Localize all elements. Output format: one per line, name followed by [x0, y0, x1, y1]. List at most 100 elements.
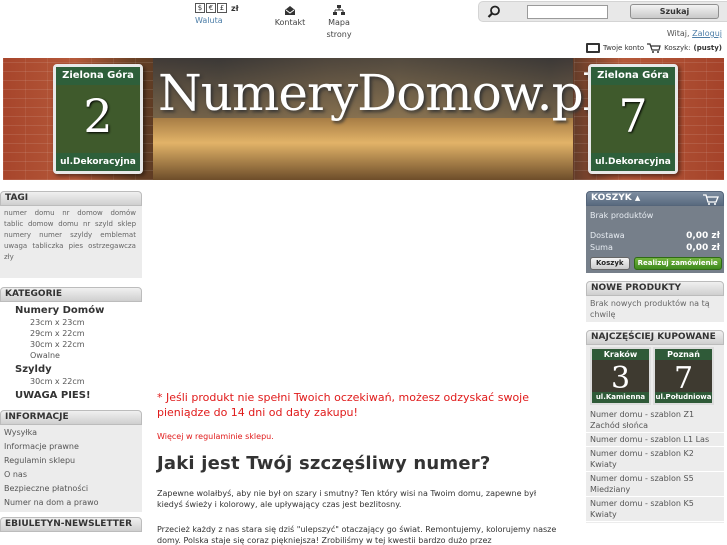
sitemap-link[interactable]: Mapa strony	[322, 5, 356, 41]
banner-street	[153, 118, 573, 180]
categories-title: KATEGORIE	[0, 287, 142, 302]
currency-selector: $ € £ zł Waluta	[195, 3, 255, 25]
terms-link[interactable]: Więcej w regulaminie sklepu.	[157, 432, 557, 441]
cart-title-bar[interactable]: KOSZYK ▲	[586, 191, 724, 206]
category-uwaga-pies[interactable]: UWAGA PIES!	[0, 389, 142, 402]
tag-link[interactable]: nr	[62, 209, 69, 217]
currency-usd-button[interactable]: $	[195, 3, 205, 13]
currency-eur-button[interactable]: €	[206, 3, 216, 13]
refund-guarantee-notice: * Jeśli produkt nie spełni Twoich oczeki…	[157, 391, 530, 419]
product-thumbnail[interactable]: Kraków 3 ul.Kamienna	[590, 347, 651, 405]
tag-link[interactable]: numer	[39, 231, 62, 239]
currency-pln-button[interactable]: zł	[231, 4, 239, 13]
banner-plate-left: Zielona Góra 2 ul.Dekoracyjna	[53, 64, 143, 174]
tag-link[interactable]: uwaga	[4, 242, 27, 250]
plate-number: 2	[83, 89, 113, 143]
tag-link[interactable]: domow	[28, 220, 54, 228]
subcategory-item[interactable]: Owalne	[0, 350, 142, 361]
info-link[interactable]: Regulamin sklepu	[4, 454, 138, 468]
contact-label: Kontakt	[274, 18, 306, 27]
search-input[interactable]	[527, 5, 608, 19]
search-bar: Szukaj	[478, 1, 727, 22]
tag-link[interactable]: emblemat	[100, 231, 136, 239]
popular-product-link[interactable]: Numer domu - szablon K2 Kwiaty	[586, 447, 724, 472]
info-link[interactable]: Informacje prawne	[4, 440, 138, 454]
product-thumbnail[interactable]: Poznań 7 ul.Południowa	[653, 347, 714, 405]
site-logo-title: NumeryDomow.pl	[158, 64, 599, 122]
info-title: INFORMACJE	[0, 410, 142, 425]
tag-link[interactable]: domu	[35, 209, 55, 217]
plate-city: Zielona Góra	[56, 67, 140, 85]
cart-box: KOSZYK ▲ Brak produktów Dostawa 0,00 zł …	[586, 191, 724, 273]
intro-paragraph-2: Przecież każdy z nas stara się dziś "ule…	[157, 525, 557, 545]
tag-link[interactable]: nr	[83, 220, 90, 228]
category-list: Numery Domów 23cm x 23cm 29cm x 22cm 30c…	[0, 302, 142, 405]
account-icon	[585, 43, 600, 53]
tag-link[interactable]: domow	[77, 209, 103, 217]
cart-sum-label: Suma	[590, 243, 613, 252]
cart-title: KOSZYK	[591, 193, 632, 203]
plate-street: ul.Południowa	[655, 392, 712, 403]
info-link[interactable]: Numer na dom a prawo	[4, 496, 138, 510]
collapse-arrow-icon[interactable]: ▲	[635, 194, 640, 202]
tag-link[interactable]: domu	[58, 220, 78, 228]
tag-link[interactable]: zły	[4, 253, 14, 261]
tags-box: TAGI numer domu nr domow domów tablic do…	[0, 191, 142, 278]
cart-button[interactable]: Koszyk	[590, 257, 630, 270]
currency-gbp-button[interactable]: £	[217, 3, 227, 13]
new-products-title: NOWE PRODUKTY	[586, 281, 724, 296]
popular-product-link[interactable]: Numer domu - szablon K5 Kwiaty	[586, 497, 724, 522]
tag-link[interactable]: numery	[4, 231, 31, 239]
plate-number: 7	[673, 361, 694, 396]
popular-product-link[interactable]: Numer domu - szablon Z1 Zachód słońca	[586, 408, 724, 433]
account-link[interactable]: Twoje konto	[603, 44, 644, 52]
header-banner[interactable]: NumeryDomow.pl Zielona Góra 2 ul.Dekorac…	[3, 58, 724, 180]
plate-city: Kraków	[592, 349, 649, 360]
cart-status: (pusty)	[693, 44, 722, 52]
page-headline: Jaki jest Twój szczęśliwy numer?	[157, 453, 491, 474]
subcategory-item[interactable]: 29cm x 22cm	[0, 328, 142, 339]
info-link[interactable]: Bezpieczne płatności	[4, 482, 138, 496]
categories-box: KATEGORIE Numery Domów 23cm x 23cm 29cm …	[0, 287, 142, 405]
popular-title: NAJCZĘŚCIEJ KUPOWANE	[586, 330, 724, 345]
category-numery-domow[interactable]: Numery Domów	[0, 304, 142, 317]
info-link[interactable]: Wysyłka	[4, 426, 138, 440]
subcategory-item[interactable]: 23cm x 23cm	[0, 317, 142, 328]
popular-list: Numer domu - szablon Z1 Zachód słońca Nu…	[586, 407, 724, 523]
popular-product-link[interactable]: Numer domu - szablon S5 Miedziany	[586, 472, 724, 497]
contact-link[interactable]: Kontakt	[273, 5, 307, 29]
tag-link[interactable]: szyld	[95, 220, 113, 228]
cart-icon	[647, 43, 661, 53]
tag-link[interactable]: ostrzegawcza	[88, 242, 136, 250]
welcome-line: Witaj, Zaloguj	[667, 29, 722, 38]
login-link[interactable]: Zaloguj	[692, 29, 722, 38]
newsletter-title: EBIULETYN-NEWSLETTER	[0, 517, 142, 532]
tag-link[interactable]: sklep	[118, 220, 136, 228]
plate-street: ul.Kamienna	[592, 392, 649, 403]
subcategory-item[interactable]: 30cm x 22cm	[0, 339, 142, 350]
tag-link[interactable]: tablic	[4, 220, 23, 228]
cart-label[interactable]: Koszyk:	[664, 44, 690, 52]
tag-link[interactable]: domów	[110, 209, 136, 217]
envelope-icon	[285, 6, 295, 15]
tag-link[interactable]: tabliczka	[32, 242, 63, 250]
popular-product-link[interactable]: Numer domu - szablon L1 Las	[586, 433, 724, 447]
plate-street: ul.Dekoracyjna	[591, 153, 675, 171]
info-link[interactable]: O nas	[4, 468, 138, 482]
cart-sum-value: 0,00 zł	[686, 243, 720, 253]
cart-icon	[703, 194, 719, 205]
search-icon[interactable]	[487, 5, 501, 19]
currency-options: $ € £ zł	[195, 3, 255, 13]
welcome-text: Witaj,	[666, 29, 690, 38]
search-button[interactable]: Szukaj	[630, 4, 719, 19]
plate-number: 3	[610, 361, 631, 396]
category-szyldy[interactable]: Szyldy	[0, 363, 142, 376]
plate-city: Poznań	[655, 349, 712, 360]
subcategory-item[interactable]: 30cm x 22cm	[0, 376, 142, 387]
tag-link[interactable]: szyldy	[70, 231, 92, 239]
checkout-button[interactable]: Realizuj zamówienie	[633, 257, 722, 270]
new-products-text: Brak nowych produktów na tą chwilę	[586, 296, 724, 322]
tag-link[interactable]: numer	[4, 209, 27, 217]
tag-link[interactable]: pies	[69, 242, 83, 250]
tags-title: TAGI	[0, 191, 142, 206]
